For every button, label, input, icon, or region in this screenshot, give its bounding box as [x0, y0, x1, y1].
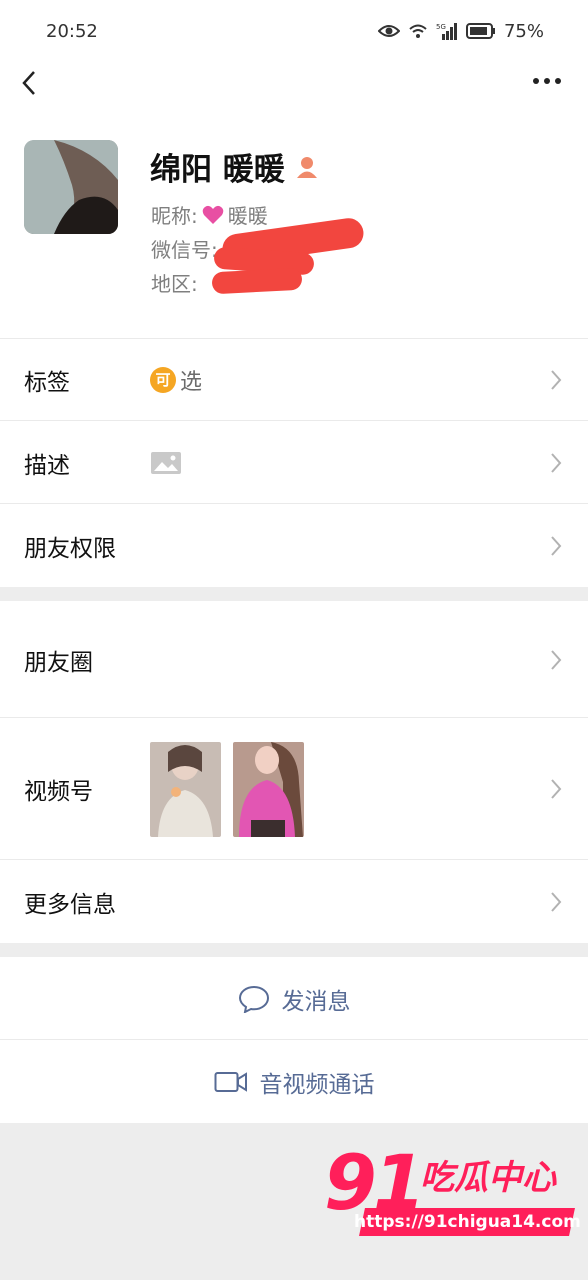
section-gap [0, 587, 588, 601]
tags-value: 可 选 [150, 364, 202, 396]
description-row[interactable]: 描述 [0, 421, 588, 504]
profile-name-row: 绵阳 暖暖 [150, 144, 319, 189]
battery-icon [465, 23, 495, 39]
moments-label: 朋友圈 [24, 649, 93, 676]
chevron-right-icon [551, 535, 562, 556]
friend-permissions-label: 朋友权限 [24, 535, 116, 562]
video-camera-icon [214, 1071, 247, 1092]
heart-icon [202, 205, 224, 224]
send-message-button[interactable]: 发消息 [0, 957, 588, 1040]
svg-text:5G: 5G [436, 23, 446, 31]
nav-bar [0, 62, 588, 104]
avatar[interactable] [24, 140, 118, 234]
nickname-label: 昵称: [151, 204, 198, 228]
battery-level: 75% [503, 20, 544, 42]
channels-row[interactable]: 视频号 [0, 718, 588, 860]
channels-label: 视频号 [24, 779, 93, 805]
nickname-line: 昵称: 暖暖 [151, 200, 268, 229]
chevron-right-icon [551, 649, 562, 670]
description-label: 描述 [24, 452, 70, 479]
eye-icon [377, 25, 400, 37]
section-gap [0, 943, 588, 957]
av-call-label: 音视频通话 [259, 1071, 375, 1098]
gender-female-icon [296, 156, 317, 178]
image-icon [151, 451, 181, 474]
wechat-id-label: 微信号: [151, 238, 218, 262]
chat-bubble-icon [238, 985, 269, 1013]
profile-name: 绵阳 暖暖 [150, 152, 285, 188]
chevron-right-icon [551, 369, 562, 390]
more-dots-icon[interactable] [532, 76, 562, 86]
divider [0, 338, 588, 339]
status-icons: 5G 75% [377, 20, 544, 42]
nickname-value: 暖暖 [227, 204, 268, 228]
wifi-icon [409, 24, 427, 38]
tags-row[interactable]: 标签 可 选 [0, 338, 588, 421]
watermark-logo: 91 吃瓜中心 https://91chigua14.com [324, 1138, 580, 1258]
watermark-url: https://91chigua14.com [354, 1208, 580, 1236]
chevron-right-icon [551, 452, 562, 473]
redaction-mark [211, 267, 303, 295]
more-info-row[interactable]: 更多信息 [0, 860, 588, 943]
tag-badge-icon: 可 [150, 366, 176, 393]
chevron-right-icon [551, 891, 562, 912]
chevron-left-icon[interactable] [18, 68, 42, 98]
status-bar: 20:52 5G 75% [0, 0, 588, 62]
wechat-id-line: 微信号: [151, 234, 218, 263]
send-message-label: 发消息 [281, 988, 351, 1015]
status-time: 20:52 [46, 20, 98, 42]
region-line: 地区: [151, 268, 198, 297]
moments-row[interactable]: 朋友圈 [0, 601, 588, 718]
profile-header: 绵阳 暖暖 昵称: 暖暖 微信号: 地区: [0, 104, 588, 338]
tags-value-text: 选 [180, 369, 203, 395]
channel-thumbnail[interactable] [150, 741, 221, 837]
watermark-text: 吃瓜中心 [420, 1158, 556, 1198]
description-value [150, 451, 182, 475]
tags-label: 标签 [24, 369, 70, 396]
channels-thumbnails [150, 741, 304, 837]
region-label: 地区: [151, 272, 198, 296]
av-call-button[interactable]: 音视频通话 [0, 1040, 588, 1123]
signal-icon: 5G [436, 23, 457, 40]
friend-permissions-row[interactable]: 朋友权限 [0, 504, 588, 587]
channel-thumbnail[interactable] [233, 741, 304, 837]
chevron-right-icon [551, 779, 562, 799]
more-info-label: 更多信息 [24, 891, 116, 918]
